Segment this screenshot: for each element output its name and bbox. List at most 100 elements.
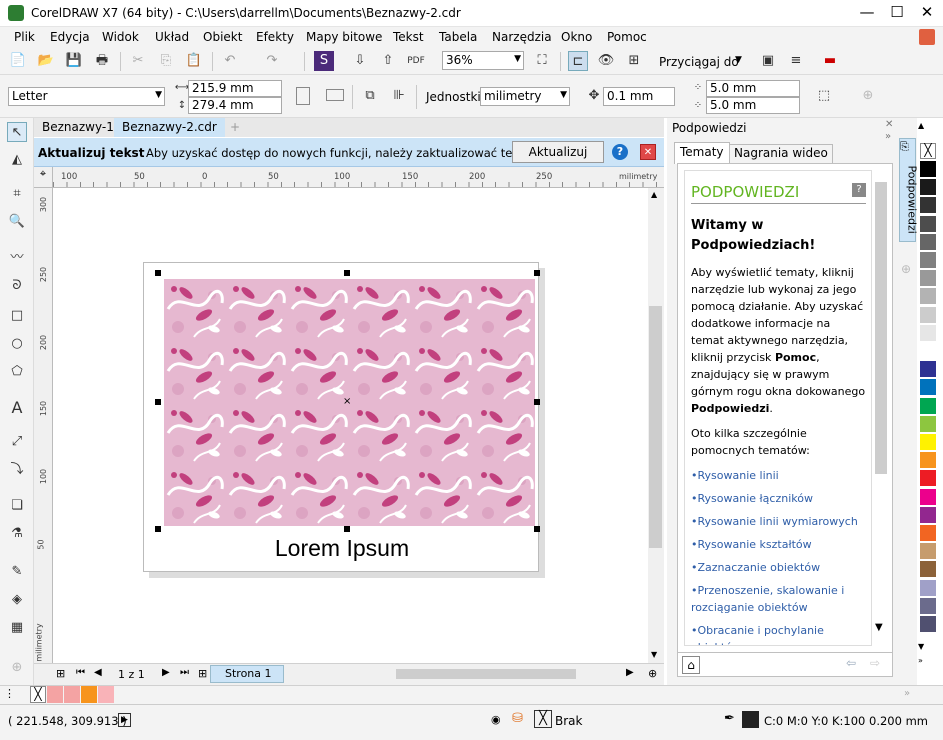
copy-icon[interactable]: ⎘ <box>156 51 176 71</box>
next-page-icon[interactable]: ▶ <box>162 667 170 678</box>
selection-handle[interactable] <box>155 526 161 532</box>
palette-swatch[interactable] <box>920 506 936 523</box>
polygon-tool-icon[interactable]: ⬠ <box>7 362 27 382</box>
palette-swatch[interactable] <box>920 397 936 414</box>
scroll-down-icon[interactable]: ▼ <box>651 650 657 659</box>
page-height-field[interactable]: 279.4 mm <box>188 97 282 114</box>
rulers-icon[interactable]: ⊏ <box>568 51 588 71</box>
back-icon[interactable]: ⇦ <box>846 656 856 670</box>
text-tool-icon[interactable]: A <box>7 398 27 418</box>
palette-swatch[interactable] <box>920 415 936 432</box>
tab-nagrania-wideo[interactable]: Nagrania wideo <box>729 144 833 164</box>
pick-tool-icon[interactable]: ↖ <box>7 122 27 142</box>
drawing-canvas[interactable]: Lorem Ipsum × <box>53 188 648 663</box>
doc-palette-menu-icon[interactable]: ⋮ <box>4 687 15 700</box>
snap-chevron-icon[interactable]: ▼ <box>735 55 742 65</box>
update-text-button[interactable]: Aktualizuj <box>512 141 604 163</box>
docker-collapse-icon[interactable]: » <box>885 131 891 142</box>
zoom-tool-icon[interactable]: 🔍 <box>7 212 27 232</box>
palette-swatch[interactable] <box>920 270 936 287</box>
horizontal-scroll-thumb[interactable] <box>396 669 576 679</box>
home-icon[interactable]: ⌂ <box>682 656 700 674</box>
menu-obiekt[interactable]: Obiekt <box>203 30 242 44</box>
palette-up-icon[interactable]: ▲ <box>918 121 924 130</box>
add-page-after-icon[interactable]: ⊞ <box>198 667 207 680</box>
palette-swatch[interactable] <box>920 179 936 196</box>
menu-tekst[interactable]: Tekst <box>393 30 424 44</box>
hint-link[interactable]: •Zaznaczanie obiektów <box>691 559 866 576</box>
treat-as-filled-icon[interactable]: ⬚ <box>814 86 834 106</box>
zoom-level-select[interactable]: 36% ▼ <box>442 51 524 70</box>
hint-link[interactable]: •Rysowanie łączników <box>691 490 866 507</box>
drop-shadow-icon[interactable]: ❏ <box>7 496 27 516</box>
minimize-button[interactable]: — <box>852 0 882 27</box>
outline-color-swatch[interactable] <box>742 711 759 728</box>
menu-narzedzia[interactable]: Narzędzia <box>492 30 552 44</box>
menu-plik[interactable]: Plik <box>14 30 35 44</box>
selection-handle[interactable] <box>155 270 161 276</box>
palette-swatch[interactable] <box>920 343 936 359</box>
palette-swatch[interactable] <box>920 379 936 396</box>
hints-scroll-down-icon[interactable]: ▼ <box>875 622 883 633</box>
selection-handle[interactable] <box>534 270 540 276</box>
tab-tematy[interactable]: Tematy <box>674 142 730 164</box>
add-docker-icon[interactable]: ⊕ <box>901 262 911 276</box>
page-width-field[interactable]: 215.9 mm <box>188 80 282 97</box>
canvas-vertical-scrollbar[interactable]: ▲ ▼ <box>648 188 664 663</box>
selection-handle[interactable] <box>534 526 540 532</box>
palette-swatch[interactable] <box>920 252 936 268</box>
palette-swatch[interactable] <box>920 616 936 632</box>
ellipse-tool-icon[interactable]: ○ <box>7 334 27 354</box>
redo-icon[interactable]: ↷ <box>262 51 282 71</box>
palette-swatch[interactable] <box>920 361 936 378</box>
menu-widok[interactable]: Widok <box>102 30 139 44</box>
add-tool-icon[interactable]: ⊕ <box>7 658 27 678</box>
menu-okno[interactable]: Okno <box>561 30 592 44</box>
artistic-media-icon[interactable]: ᘐ <box>7 276 27 296</box>
save-icon[interactable]: 💾 <box>64 51 84 71</box>
open-icon[interactable]: 📂 <box>36 51 56 71</box>
palette-swatch[interactable] <box>920 324 936 341</box>
units-select[interactable]: milimetry ▼ <box>480 87 570 106</box>
doc-palette-swatch[interactable] <box>47 686 63 703</box>
search-content-icon[interactable]: S <box>314 51 334 71</box>
landscape-button[interactable] <box>326 89 344 101</box>
palette-swatch[interactable] <box>920 434 936 450</box>
prev-page-icon[interactable]: ◀ <box>94 667 102 678</box>
doc-palette-swatch[interactable] <box>64 686 80 703</box>
ruler-origin[interactable]: ⌖ <box>34 167 53 188</box>
coords-play-icon[interactable]: ▶ <box>118 713 131 727</box>
options-icon[interactable]: ▣ <box>758 51 778 71</box>
palette-swatch[interactable] <box>920 597 936 614</box>
hint-link[interactable]: •Przenoszenie, skalowanie i rozciąganie … <box>691 582 866 616</box>
current-page-icon[interactable]: ⊪ <box>389 86 409 106</box>
hints-help-icon[interactable]: ? <box>852 183 866 197</box>
grid-icon[interactable]: ⊞ <box>624 51 644 71</box>
palette-swatch[interactable] <box>920 525 936 541</box>
menu-mapy-bitowe[interactable]: Mapy bitowe <box>306 30 382 44</box>
help-icon[interactable]: ? <box>612 144 628 160</box>
menu-pomoc[interactable]: Pomoc <box>607 30 647 44</box>
close-button[interactable]: ✕ <box>912 0 942 27</box>
palette-swatch[interactable] <box>920 488 936 505</box>
pdf-icon[interactable]: PDF <box>406 51 426 71</box>
palette-down-icon[interactable]: ▼ <box>918 642 924 651</box>
hint-link[interactable]: •Rysowanie linii <box>691 467 866 484</box>
forward-icon[interactable]: ⇨ <box>870 656 880 670</box>
selection-handle[interactable] <box>155 399 161 405</box>
menu-uklad[interactable]: Układ <box>155 30 189 44</box>
selection-handle[interactable] <box>344 270 350 276</box>
crop-tool-icon[interactable]: ⌗ <box>7 184 27 204</box>
infobar-close-icon[interactable]: ✕ <box>640 144 656 160</box>
duplicate-x-field[interactable]: 5.0 mm <box>706 80 800 97</box>
undo-icon[interactable]: ↶ <box>220 51 240 71</box>
menu-efekty[interactable]: Efekty <box>256 30 294 44</box>
caption-text[interactable]: Lorem Ipsum <box>144 535 540 562</box>
palette-swatch[interactable] <box>920 561 936 578</box>
center-marker-icon[interactable]: × <box>343 396 351 407</box>
navigator-icon[interactable]: ⊕ <box>648 667 657 680</box>
hint-link[interactable]: •Rysowanie kształtów <box>691 536 866 553</box>
cut-icon[interactable]: ✂ <box>128 51 148 71</box>
duplicate-y-field[interactable]: 5.0 mm <box>706 97 800 114</box>
nudge-distance-field[interactable]: 0.1 mm <box>603 87 675 106</box>
